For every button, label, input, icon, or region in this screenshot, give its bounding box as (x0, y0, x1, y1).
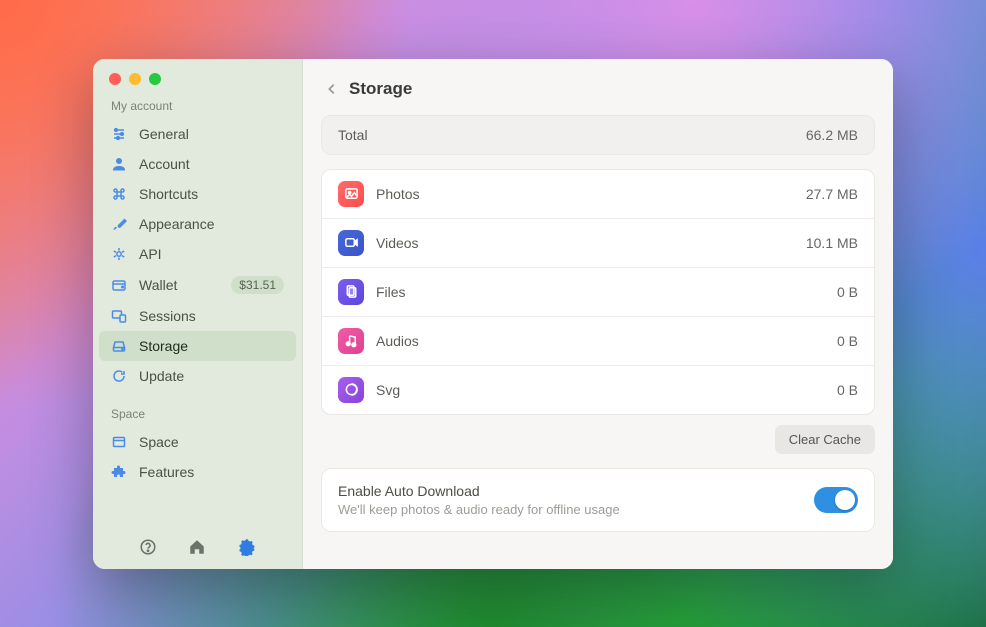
auto-download-title: Enable Auto Download (338, 483, 814, 499)
total-value: 66.2 MB (806, 127, 858, 143)
sidebar-item-label: Storage (139, 338, 284, 354)
sidebar-nav-account: General Account Shortcuts Appearance API… (93, 119, 302, 391)
sidebar-item-account[interactable]: Account (99, 149, 296, 179)
sidebar-item-update[interactable]: Update (99, 361, 296, 391)
maximize-window-button[interactable] (149, 73, 161, 85)
space-icon (111, 434, 127, 450)
person-icon (111, 156, 127, 172)
storage-row-svg[interactable]: Svg 0 B (322, 365, 874, 414)
wallet-icon (111, 277, 127, 293)
settings-window: My account General Account Shortcuts App… (93, 59, 893, 569)
page-header: Storage (321, 77, 875, 115)
sidebar-item-label: Shortcuts (139, 186, 284, 202)
row-value: 0 B (837, 382, 858, 398)
svg-icon (338, 377, 364, 403)
sidebar-item-label: API (139, 246, 284, 262)
sidebar-item-label: Update (139, 368, 284, 384)
sliders-icon (111, 126, 127, 142)
clear-cache-row: Clear Cache (321, 425, 875, 454)
sidebar-section-account-label: My account (93, 95, 302, 119)
sidebar-section-space-label: Space (93, 403, 302, 427)
sidebar-item-label: Account (139, 156, 284, 172)
videos-icon (338, 230, 364, 256)
sidebar-item-label: Wallet (139, 277, 219, 293)
main-content: Storage Total 66.2 MB Photos 27.7 MB Vid… (303, 59, 893, 569)
sidebar-item-label: Space (139, 434, 284, 450)
total-label: Total (338, 127, 806, 143)
sidebar-item-sessions[interactable]: Sessions (99, 301, 296, 331)
row-label: Photos (376, 186, 806, 202)
auto-download-subtitle: We'll keep photos & audio ready for offl… (338, 502, 814, 517)
sidebar-item-appearance[interactable]: Appearance (99, 209, 296, 239)
help-button[interactable] (139, 538, 157, 556)
back-button[interactable] (325, 82, 339, 96)
sidebar-bottom-bar (93, 525, 302, 569)
sidebar-item-shortcuts[interactable]: Shortcuts (99, 179, 296, 209)
auto-download-card: Enable Auto Download We'll keep photos &… (321, 468, 875, 532)
devices-icon (111, 308, 127, 324)
minimize-window-button[interactable] (129, 73, 141, 85)
traffic-lights (93, 59, 302, 95)
home-button[interactable] (188, 538, 206, 556)
storage-breakdown-card: Photos 27.7 MB Videos 10.1 MB Files 0 B … (321, 169, 875, 415)
storage-icon (111, 338, 127, 354)
row-value: 10.1 MB (806, 235, 858, 251)
files-icon (338, 279, 364, 305)
storage-row-files[interactable]: Files 0 B (322, 267, 874, 316)
sidebar-item-space[interactable]: Space (99, 427, 296, 457)
row-label: Files (376, 284, 837, 300)
settings-button[interactable] (238, 538, 256, 556)
sidebar-item-storage[interactable]: Storage (99, 331, 296, 361)
sidebar-item-label: Appearance (139, 216, 284, 232)
auto-download-row: Enable Auto Download We'll keep photos &… (322, 469, 874, 531)
clear-cache-button[interactable]: Clear Cache (775, 425, 875, 454)
sidebar-item-general[interactable]: General (99, 119, 296, 149)
sidebar: My account General Account Shortcuts App… (93, 59, 303, 569)
photos-icon (338, 181, 364, 207)
storage-row-photos[interactable]: Photos 27.7 MB (322, 170, 874, 218)
sidebar-item-label: Sessions (139, 308, 284, 324)
row-value: 27.7 MB (806, 186, 858, 202)
sidebar-item-features[interactable]: Features (99, 457, 296, 487)
toggle-knob (835, 490, 855, 510)
storage-row-videos[interactable]: Videos 10.1 MB (322, 218, 874, 267)
close-window-button[interactable] (109, 73, 121, 85)
sidebar-nav-space: Space Features (93, 427, 302, 487)
refresh-icon (111, 368, 127, 384)
auto-download-toggle[interactable] (814, 487, 858, 513)
api-icon (111, 246, 127, 262)
total-row: Total 66.2 MB (322, 116, 874, 154)
sidebar-item-wallet[interactable]: Wallet $31.51 (99, 269, 296, 301)
sidebar-item-api[interactable]: API (99, 239, 296, 269)
row-label: Videos (376, 235, 806, 251)
wallet-balance-badge: $31.51 (231, 276, 284, 294)
audios-icon (338, 328, 364, 354)
storage-total-card: Total 66.2 MB (321, 115, 875, 155)
page-title: Storage (349, 79, 412, 99)
puzzle-icon (111, 464, 127, 480)
row-label: Audios (376, 333, 837, 349)
sidebar-item-label: Features (139, 464, 284, 480)
row-value: 0 B (837, 284, 858, 300)
brush-icon (111, 216, 127, 232)
row-label: Svg (376, 382, 837, 398)
sidebar-item-label: General (139, 126, 284, 142)
command-icon (111, 186, 127, 202)
storage-row-audios[interactable]: Audios 0 B (322, 316, 874, 365)
row-value: 0 B (837, 333, 858, 349)
